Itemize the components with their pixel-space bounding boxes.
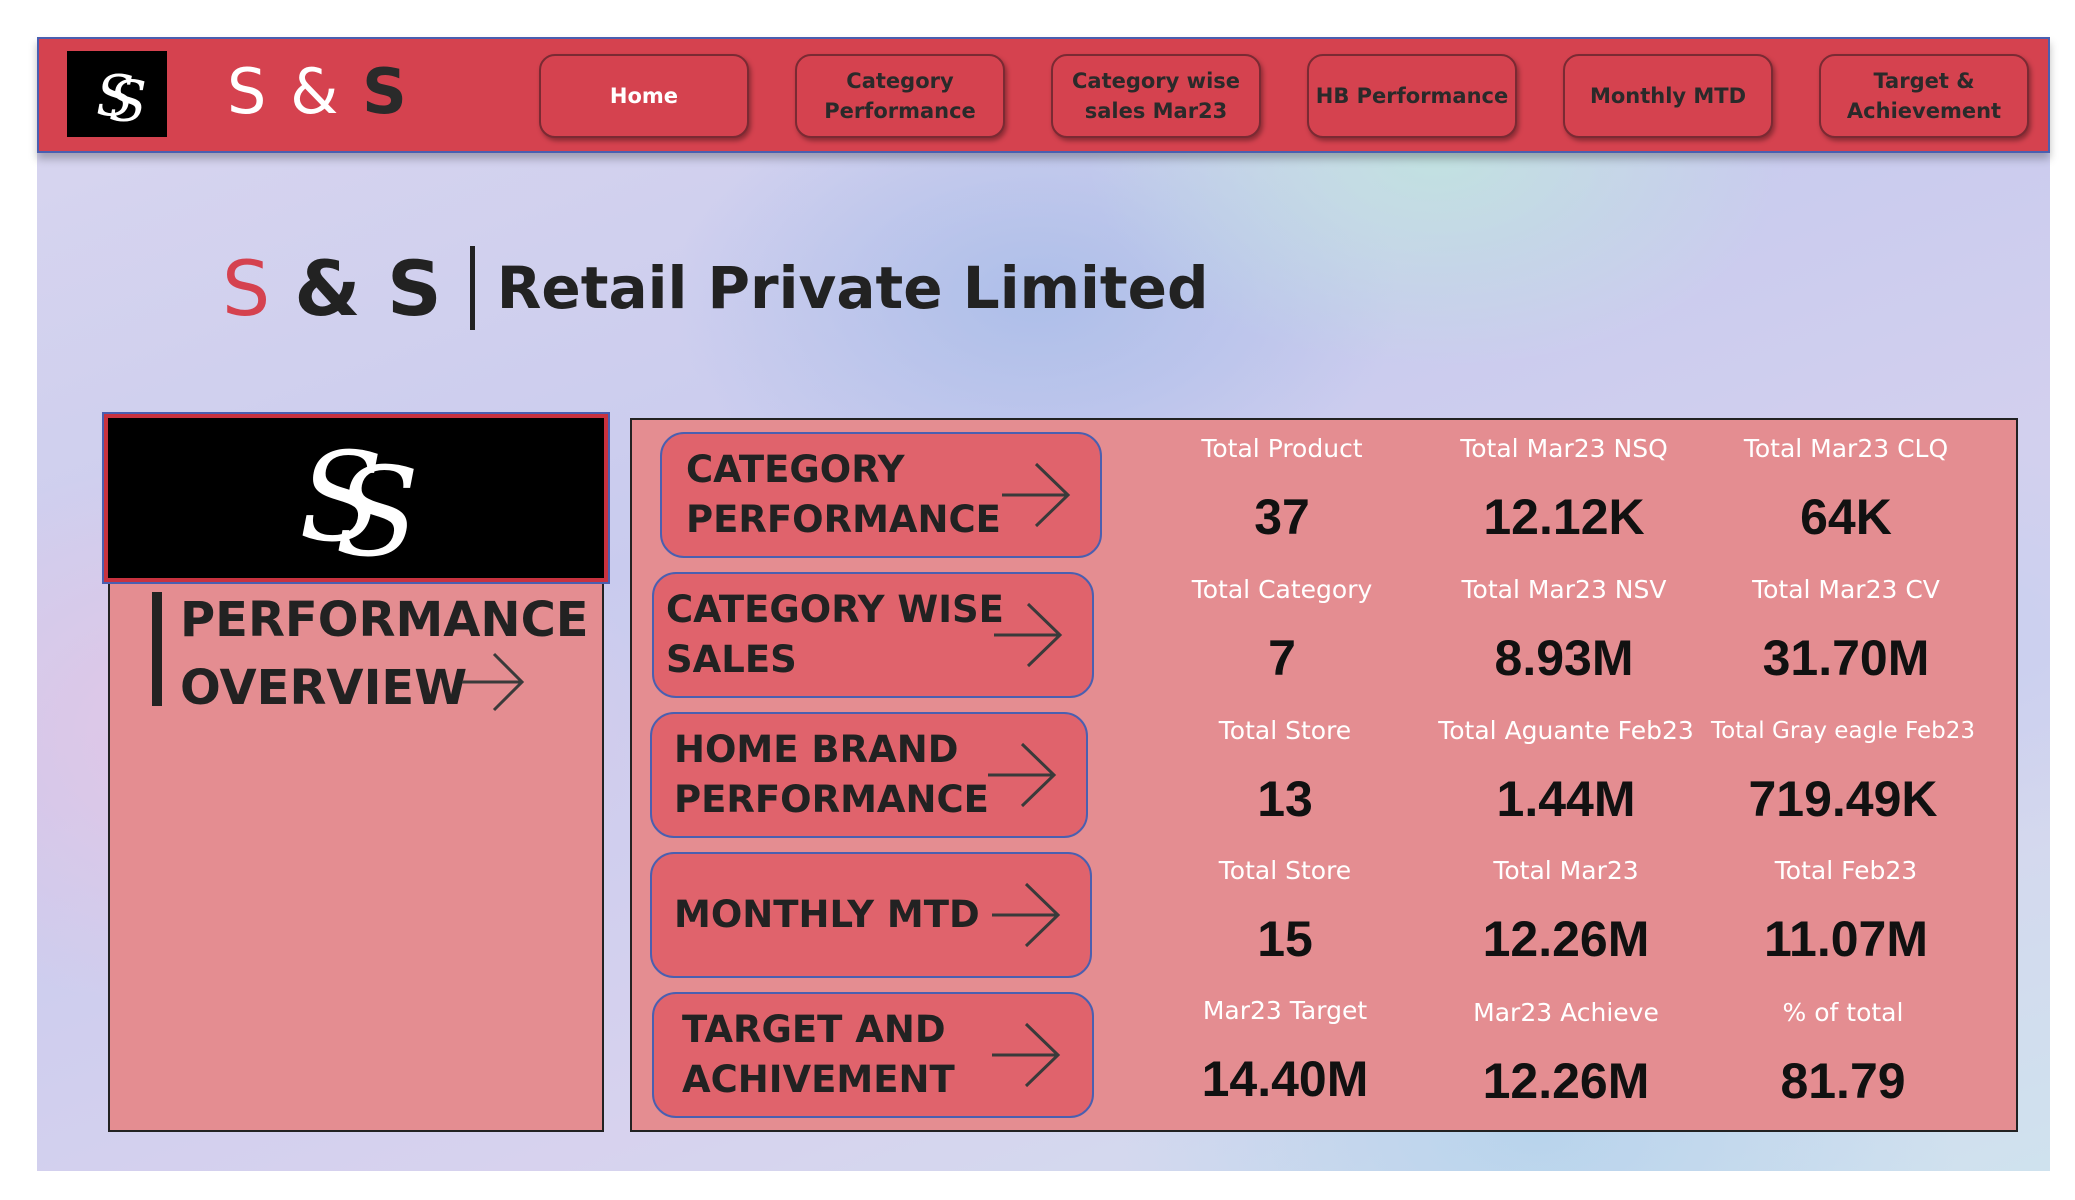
kpi-card: Mar23 Target 14.40M	[1145, 994, 1425, 1110]
kpi-label: Total Aguante Feb23	[1438, 716, 1694, 745]
kpi-card: Total Store 15	[1145, 854, 1425, 970]
svg-text:S: S	[109, 70, 147, 129]
overview-arrow-icon[interactable]	[460, 650, 526, 714]
svg-text:S: S	[335, 442, 419, 573]
kpi-label: Total Store	[1218, 716, 1352, 745]
title-divider	[469, 246, 475, 330]
large-brand-logo: S S	[102, 412, 610, 584]
kpi-value: 12.26M	[1482, 911, 1650, 967]
kpi-card: % of total 81.79	[1703, 996, 1983, 1112]
brand-logo[interactable]: S S	[67, 51, 167, 137]
nav-category-performance-button[interactable]: Category Performance	[795, 54, 1005, 138]
kpi-card: Total Aguante Feb23 1.44M	[1426, 714, 1706, 830]
kpi-label: Total Mar23 NSQ	[1460, 434, 1668, 463]
kpi-value: 14.40M	[1201, 1051, 1369, 1107]
kpi-card: Total Gray eagle Feb23 719.49K	[1703, 714, 1983, 830]
monthly-mtd-card[interactable]: MONTHLY MTD	[650, 852, 1092, 978]
kpi-card: Total Product 37	[1142, 432, 1422, 548]
company-title-amp-s: & S	[294, 243, 442, 333]
brand-s1: S	[227, 55, 269, 128]
arrow-right-icon	[992, 1022, 1061, 1088]
kpi-value: 7	[1268, 630, 1296, 686]
brand-s2: S	[362, 55, 409, 128]
kpi-label: Total Product	[1201, 434, 1363, 463]
arrow-right-icon	[1002, 462, 1071, 528]
kpi-value: 64K	[1800, 489, 1892, 545]
kpi-value: 12.12K	[1483, 489, 1645, 545]
arrow-right-icon	[988, 742, 1057, 808]
kpi-card: Total Mar23 NSQ 12.12K	[1424, 432, 1704, 548]
category-wise-sales-card[interactable]: CATEGORY WISE SALES	[652, 572, 1094, 698]
nav-category-wise-sales-button[interactable]: Category wise sales Mar23	[1051, 54, 1261, 138]
kpi-value: 1.44M	[1496, 771, 1636, 827]
kpi-label: Mar23 Target	[1202, 996, 1368, 1025]
top-nav-bar: S S S & S Home Category Performance Cate…	[37, 37, 2050, 153]
card-label: TARGET AND ACHIVEMENT	[682, 1008, 955, 1101]
overview-accent-bar	[152, 592, 162, 706]
card-label: HOME BRAND PERFORMANCE	[674, 728, 989, 821]
kpi-card: Total Store 13	[1145, 714, 1425, 830]
kpi-value: 37	[1254, 489, 1310, 545]
kpi-card: Total Mar23 CV 31.70M	[1706, 573, 1986, 689]
kpi-label: % of total	[1782, 998, 1904, 1027]
kpi-value: 11.07M	[1763, 911, 1928, 967]
nav-monthly-mtd-button[interactable]: Monthly MTD	[1563, 54, 1773, 138]
ss-logo-icon: S S	[96, 64, 147, 129]
card-label: CATEGORY WISE SALES	[666, 588, 1004, 681]
kpi-card: Total Category 7	[1142, 573, 1422, 689]
target-achievement-card[interactable]: TARGET AND ACHIVEMENT	[652, 992, 1094, 1118]
kpi-label: Total Mar23 NSV	[1461, 575, 1667, 604]
kpi-value: 8.93M	[1494, 630, 1634, 686]
kpi-value: 719.49K	[1748, 771, 1938, 827]
nav-brand-text: S & S	[227, 55, 409, 128]
ss-large-logo-icon: S S	[299, 427, 419, 573]
kpi-label: Total Mar23 CLQ	[1743, 434, 1949, 463]
nav-home-button[interactable]: Home	[539, 54, 749, 138]
kpi-card: Total Mar23 12.26M	[1426, 854, 1706, 970]
company-title-s: S	[222, 243, 271, 333]
kpi-label: Total Mar23 CV	[1752, 575, 1940, 604]
nav-target-achievement-button[interactable]: Target & Achievement	[1819, 54, 2029, 138]
brand-amp: &	[290, 55, 341, 128]
company-name: Retail Private Limited	[496, 254, 1209, 322]
arrow-right-icon	[994, 602, 1063, 668]
kpi-card: Mar23 Achieve 12.26M	[1426, 996, 1706, 1112]
kpi-value: 81.79	[1780, 1053, 1906, 1109]
kpi-label: Total Feb23	[1774, 856, 1918, 885]
kpi-value: 13	[1257, 771, 1313, 827]
kpi-card: Total Feb23 11.07M	[1706, 854, 1986, 970]
kpi-card: Total Mar23 NSV 8.93M	[1424, 573, 1704, 689]
kpi-label: Total Store	[1218, 856, 1352, 885]
kpi-label: Total Mar23	[1493, 856, 1639, 885]
kpi-label: Total Category	[1191, 575, 1373, 604]
kpi-label: Mar23 Achieve	[1473, 998, 1659, 1027]
arrow-right-icon	[992, 882, 1061, 948]
kpi-label: Total Gray eagle Feb23	[1710, 718, 1975, 744]
kpi-value: 31.70M	[1762, 630, 1930, 686]
performance-overview-title: PERFORMANCE OVERVIEW	[180, 592, 589, 716]
nav-hb-performance-button[interactable]: HB Performance	[1307, 54, 1517, 138]
card-label: CATEGORY PERFORMANCE	[686, 448, 1001, 541]
category-performance-card[interactable]: CATEGORY PERFORMANCE	[660, 432, 1102, 558]
card-label: MONTHLY MTD	[674, 893, 980, 936]
kpi-value: 15	[1257, 911, 1313, 967]
home-brand-performance-card[interactable]: HOME BRAND PERFORMANCE	[650, 712, 1088, 838]
company-title: S & S Retail Private Limited	[222, 242, 1208, 334]
kpi-value: 12.26M	[1482, 1053, 1650, 1109]
kpi-card: Total Mar23 CLQ 64K	[1706, 432, 1986, 548]
